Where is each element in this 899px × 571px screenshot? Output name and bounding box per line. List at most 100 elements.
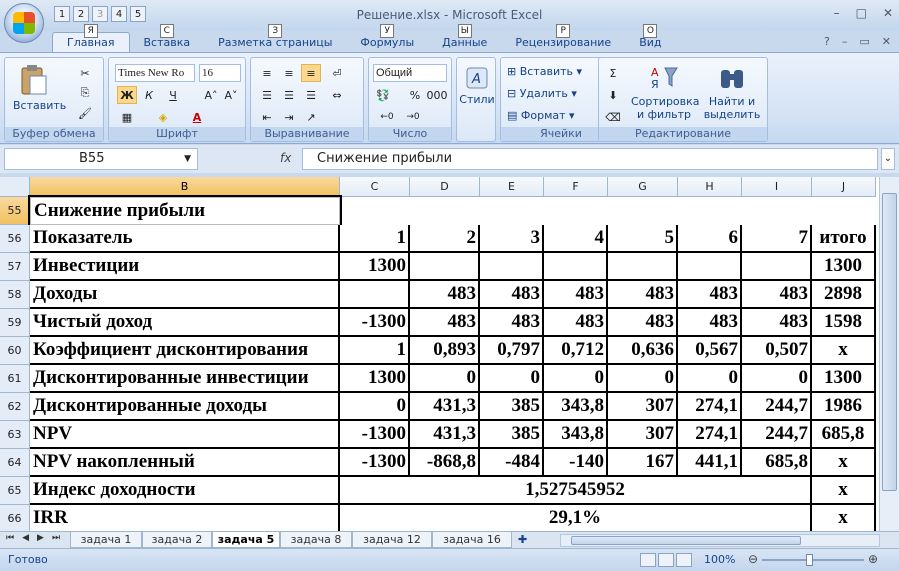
table-cell[interactable]: 0 [340, 393, 410, 421]
insert-function-button[interactable]: fx [280, 151, 291, 165]
row-label-cell[interactable]: Дисконтированные доходы [30, 393, 340, 421]
table-cell[interactable]: 0 [544, 365, 608, 393]
horizontal-scroll-thumb[interactable] [571, 536, 801, 545]
table-cell[interactable]: 7 [742, 225, 812, 253]
next-sheet-icon[interactable]: ▶ [37, 533, 44, 543]
table-cell[interactable]: 1 [340, 225, 410, 253]
align-bottom-icon[interactable]: ≡ [301, 64, 321, 82]
table-cell[interactable]: 0,507 [742, 337, 812, 365]
row-label-cell[interactable]: Индекс доходности [30, 477, 340, 505]
table-cell[interactable]: 167 [608, 449, 678, 477]
tab-view[interactable]: О Вид [625, 24, 675, 52]
table-cell[interactable]: х [812, 449, 876, 477]
horizontal-scrollbar[interactable] [560, 534, 880, 547]
table-cell[interactable]: 483 [608, 281, 678, 309]
spreadsheet-grid[interactable]: B C D E F G H I J 55 Снижение прибыли 56 Показатель 1… [0, 177, 879, 531]
table-cell[interactable]: 483 [410, 309, 480, 337]
prev-sheet-icon[interactable]: ◀ [22, 533, 29, 543]
zoom-level[interactable]: 100% [704, 553, 735, 566]
table-cell[interactable]: 0 [608, 365, 678, 393]
table-cell[interactable]: 483 [410, 281, 480, 309]
bold-button[interactable]: Ж [117, 86, 137, 104]
column-header-j[interactable]: J [812, 177, 876, 197]
shrink-font-icon[interactable]: A˅ [221, 86, 241, 104]
align-middle-icon[interactable]: ≡ [279, 64, 299, 82]
delete-cells-button[interactable]: ⊟ Удалить ▾ [507, 87, 577, 100]
table-cell[interactable]: 1300 [340, 365, 410, 393]
table-cell[interactable]: х [812, 477, 876, 505]
row-header-58[interactable]: 58 [0, 281, 30, 309]
table-cell[interactable] [340, 281, 410, 309]
row-header-63[interactable]: 63 [0, 421, 30, 449]
align-right-icon[interactable]: ☰ [301, 86, 321, 104]
table-cell[interactable]: -1300 [340, 449, 410, 477]
sheet-tab[interactable]: задача 1 [70, 532, 142, 548]
sheet-tab[interactable]: задача 8 [280, 532, 352, 548]
row-header-62[interactable]: 62 [0, 393, 30, 421]
row-label-cell[interactable]: Дисконтированные инвестиции [30, 365, 340, 393]
zoom-knob[interactable] [806, 554, 813, 566]
thousands-button[interactable]: 000 [427, 86, 448, 104]
decrease-indent-icon[interactable]: ⇤ [257, 108, 277, 126]
sheet-tab[interactable]: задача 2 [142, 532, 212, 548]
table-cell[interactable]: 274,1 [678, 421, 742, 449]
table-cell[interactable] [480, 253, 544, 281]
maximize-button[interactable]: □ [856, 6, 867, 20]
ribbon-minimize-icon[interactable]: – [842, 35, 848, 48]
table-cell[interactable]: 483 [544, 309, 608, 337]
table-cell[interactable]: 483 [678, 281, 742, 309]
table-cell[interactable] [678, 253, 742, 281]
font-name-input[interactable]: Times New Ro [115, 64, 195, 82]
format-cells-button[interactable]: ▤ Формат ▾ [507, 109, 575, 122]
table-cell[interactable]: 0,636 [608, 337, 678, 365]
row-header-57[interactable]: 57 [0, 253, 30, 281]
last-sheet-icon[interactable]: ⏭ [52, 533, 60, 543]
column-header-b[interactable]: B [30, 177, 340, 197]
font-size-input[interactable]: 16 [199, 64, 241, 82]
table-cell[interactable]: 483 [544, 281, 608, 309]
table-cell[interactable]: 1598 [812, 309, 876, 337]
tab-insert[interactable]: С Вставка [130, 24, 205, 52]
table-cell[interactable]: -484 [480, 449, 544, 477]
insert-cells-button[interactable]: ⊞ Вставить ▾ [507, 65, 582, 78]
table-cell[interactable]: 1,527545952 [340, 477, 812, 505]
table-cell[interactable]: 0 [742, 365, 812, 393]
table-cell[interactable]: 274,1 [678, 393, 742, 421]
row-header-55[interactable]: 55 [0, 197, 30, 225]
table-cell[interactable]: -1300 [340, 309, 410, 337]
column-header-i[interactable]: I [742, 177, 812, 197]
tab-data[interactable]: Ы Данные [428, 24, 501, 52]
table-cell[interactable]: 431,3 [410, 421, 480, 449]
currency-icon[interactable]: 💱 [373, 86, 393, 104]
table-cell[interactable]: 244,7 [742, 393, 812, 421]
increase-indent-icon[interactable]: ⇥ [279, 108, 299, 126]
row-header-56[interactable]: 56 [0, 225, 30, 253]
find-select-button[interactable]: Найти и выделить [699, 64, 765, 121]
row-label-cell[interactable]: Чистый доход [30, 309, 340, 337]
insert-sheet-icon[interactable]: ✚ [518, 533, 527, 546]
table-cell[interactable]: 307 [608, 421, 678, 449]
table-cell[interactable]: -868,8 [410, 449, 480, 477]
row-header-61[interactable]: 61 [0, 365, 30, 393]
row-label-cell[interactable]: Коэффициент дисконтирования [30, 337, 340, 365]
help-icon[interactable]: ? [824, 35, 830, 48]
table-cell[interactable]: 385 [480, 393, 544, 421]
column-header-f[interactable]: F [544, 177, 608, 197]
table-cell[interactable]: итого [812, 225, 876, 253]
office-button[interactable] [4, 3, 44, 43]
table-cell[interactable]: 6 [678, 225, 742, 253]
underline-button[interactable]: Ч [163, 86, 183, 104]
grow-font-icon[interactable]: A˄ [201, 86, 221, 104]
table-cell[interactable]: 685,8 [812, 421, 876, 449]
row-header-60[interactable]: 60 [0, 337, 30, 365]
table-cell[interactable]: 441,1 [678, 449, 742, 477]
formula-input[interactable]: Снижение прибыли [302, 148, 878, 170]
column-header-d[interactable]: D [410, 177, 480, 197]
table-cell[interactable]: 1300 [812, 365, 876, 393]
table-cell[interactable]: 2898 [812, 281, 876, 309]
table-cell[interactable]: 2 [410, 225, 480, 253]
zoom-in-icon[interactable]: ⊕ [868, 552, 878, 566]
cut-icon[interactable]: ✂ [75, 64, 95, 82]
table-cell[interactable]: 483 [480, 281, 544, 309]
row-header-64[interactable]: 64 [0, 449, 30, 477]
